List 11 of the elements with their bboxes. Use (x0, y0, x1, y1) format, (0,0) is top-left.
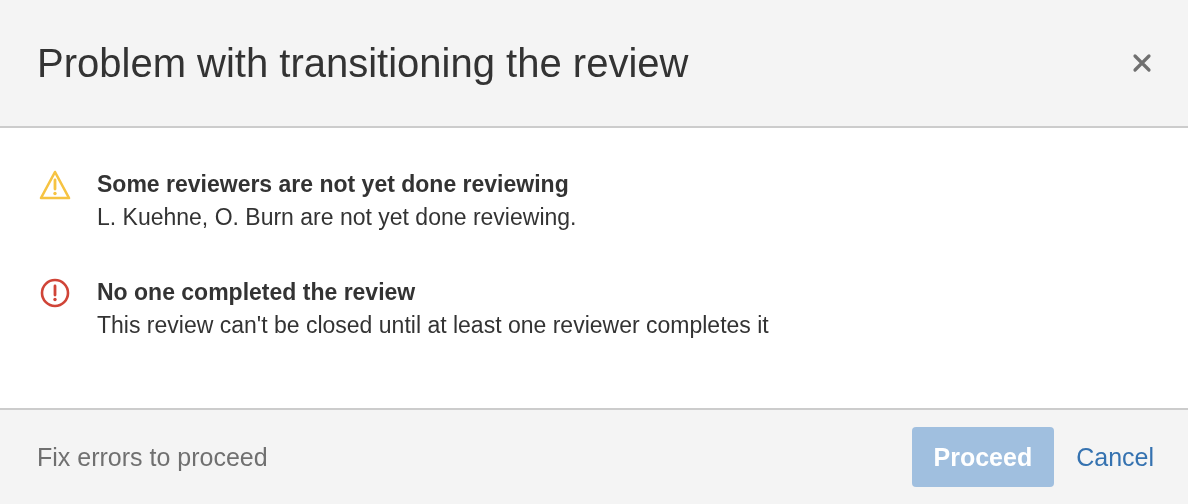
footer-hint: Fix errors to proceed (37, 442, 268, 472)
close-button[interactable] (1132, 53, 1152, 73)
message-title: No one completed the review (97, 278, 417, 307)
close-icon (1132, 53, 1152, 73)
cancel-link[interactable]: Cancel (1076, 442, 1154, 472)
warning-icon (38, 169, 72, 201)
message-title: Some reviewers are not yet done reviewing (97, 170, 570, 199)
message-text: L. Kuehne, O. Burn are not yet done reviewing. (97, 203, 577, 232)
message-text: This review can't be closed until at least one reviewer completes it (97, 311, 769, 340)
error-icon (38, 277, 72, 309)
dialog-title: Problem with transitioning the review (37, 40, 689, 86)
